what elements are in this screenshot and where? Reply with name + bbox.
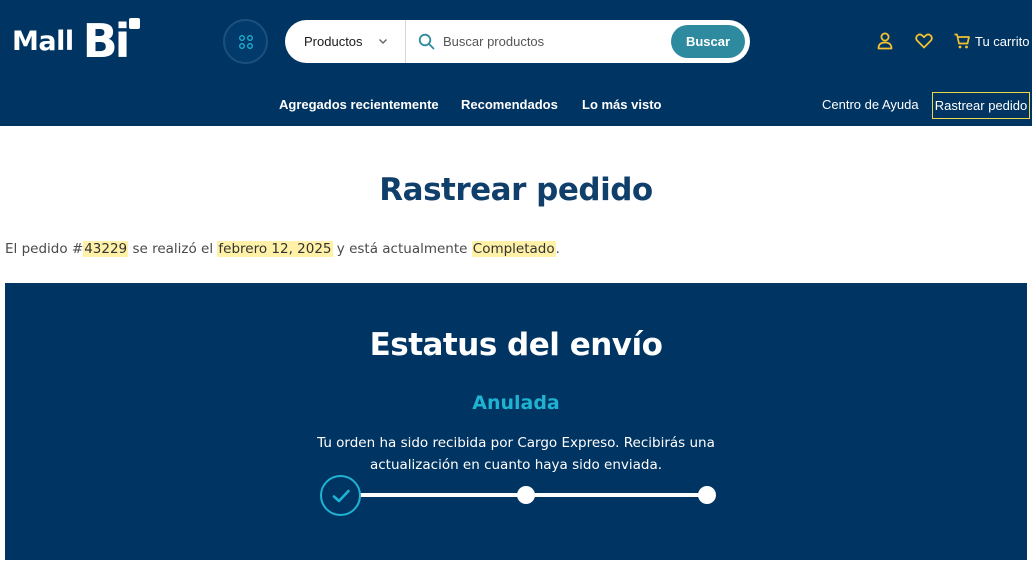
user-icon[interactable] [875, 31, 895, 51]
categories-menu-button[interactable] [223, 19, 268, 64]
grid-icon [238, 34, 253, 49]
progress-step-3 [698, 486, 716, 504]
heart-icon[interactable] [914, 31, 934, 51]
order-summary: El pedido #43229 se realizó el febrero 1… [5, 241, 560, 257]
nav-recently-added[interactable]: Agregados recientemente [279, 97, 439, 112]
logo-bi-text: Bi [82, 14, 131, 68]
cart-label: Tu carrito [975, 33, 1030, 49]
progress-step-2 [517, 486, 535, 504]
shipment-progress [315, 473, 716, 519]
help-center-link[interactable]: Centro de Ayuda [822, 97, 919, 112]
summary-suffix: . [555, 241, 560, 257]
nav-most-viewed[interactable]: Lo más visto [582, 97, 661, 112]
order-number: 43229 [83, 241, 129, 257]
shipment-state: Anulada [472, 392, 560, 414]
shipment-status-title: Estatus del envío [369, 327, 663, 363]
logo-square-mark [129, 18, 140, 29]
page-title: Rastrear pedido [379, 172, 653, 208]
site-header: Mall Bi Productos Buscar productos Busca… [0, 0, 1032, 126]
mall-bi-logo[interactable]: Mall Bi [12, 14, 131, 68]
order-date: febrero 12, 2025 [217, 241, 333, 257]
nav-recommended[interactable]: Recomendados [461, 97, 558, 112]
search-button[interactable]: Buscar [671, 25, 745, 58]
category-select[interactable]: Productos [285, 20, 406, 63]
track-order-link[interactable]: Rastrear pedido [932, 92, 1030, 119]
cart-link[interactable]: Tu carrito [953, 31, 1029, 51]
logo-mall-text: Mall [12, 25, 74, 57]
summary-mid1: se realizó el [128, 241, 218, 257]
search-input[interactable] [443, 29, 663, 54]
shipment-status-panel: Estatus del envío Anulada Tu orden ha si… [5, 283, 1027, 560]
category-select-label: Productos [304, 34, 363, 49]
cart-icon [954, 33, 970, 49]
search-icon [418, 33, 435, 50]
check-icon [332, 489, 350, 502]
search-bar: Productos Buscar [285, 20, 750, 63]
summary-prefix: El pedido # [5, 241, 84, 257]
progress-step-1 [320, 475, 361, 516]
chevron-down-icon [379, 39, 387, 44]
shipment-message: Tu orden ha sido recibida por Cargo Expr… [317, 435, 715, 473]
order-status: Completado [471, 241, 556, 257]
summary-mid2: y está actualmente [332, 241, 472, 257]
